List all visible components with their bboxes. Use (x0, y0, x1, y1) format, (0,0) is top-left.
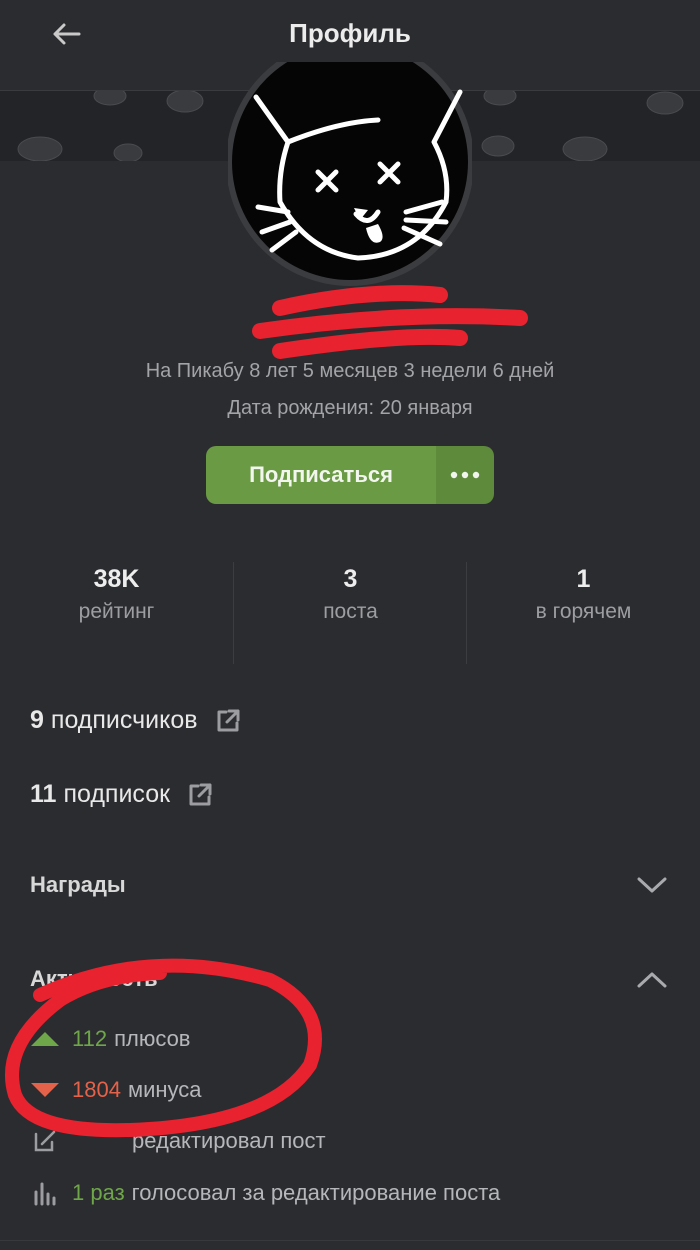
vote-count: 1 раз (72, 1180, 125, 1205)
external-link-icon (214, 707, 242, 735)
external-link-icon (186, 781, 214, 809)
subscriptions-label: подписок (63, 780, 171, 808)
subscriptions-link[interactable]: 11 подписок (30, 780, 214, 809)
stat-value: 1 (576, 565, 591, 593)
stat-label: в горячем (535, 600, 632, 623)
username-scribble (252, 285, 528, 359)
awards-header[interactable]: Награды (30, 872, 126, 898)
followers-label: подписчиков (50, 706, 198, 734)
stat-hot[interactable]: 1 в горячем (467, 562, 700, 624)
stat-label: поста (323, 600, 378, 623)
highlight-circle (5, 958, 322, 1138)
bar-chart-icon (30, 1180, 60, 1206)
birthday: Дата рождения: 20 января (227, 397, 473, 419)
subscribe-button[interactable]: Подписаться (206, 446, 436, 504)
more-button[interactable] (436, 446, 494, 504)
more-dots-icon (450, 471, 480, 479)
stat-label: рейтинг (78, 600, 155, 623)
bottom-divider (0, 1240, 700, 1241)
stat-posts[interactable]: 3 поста (234, 562, 467, 624)
on-site-duration: На Пикабу 8 лет 5 месяцев 3 недели 6 дне… (145, 360, 555, 382)
stat-value: 3 (343, 565, 358, 593)
page-title: Профиль (289, 18, 411, 48)
vote-text: голосовал за редактирование поста (131, 1180, 501, 1205)
stat-value: 38K (93, 565, 140, 593)
stat-rating[interactable]: 38K рейтинг (0, 562, 233, 624)
followers-count: 9 (30, 706, 44, 734)
followers-link[interactable]: 9 подписчиков (30, 706, 242, 735)
subscriptions-count: 11 (30, 780, 57, 808)
activity-vote: 1 раз голосовал за редактирование поста (30, 1180, 500, 1206)
avatar[interactable] (228, 62, 472, 286)
chevron-down-icon[interactable] (636, 875, 668, 895)
chevron-up-icon[interactable] (636, 970, 668, 990)
